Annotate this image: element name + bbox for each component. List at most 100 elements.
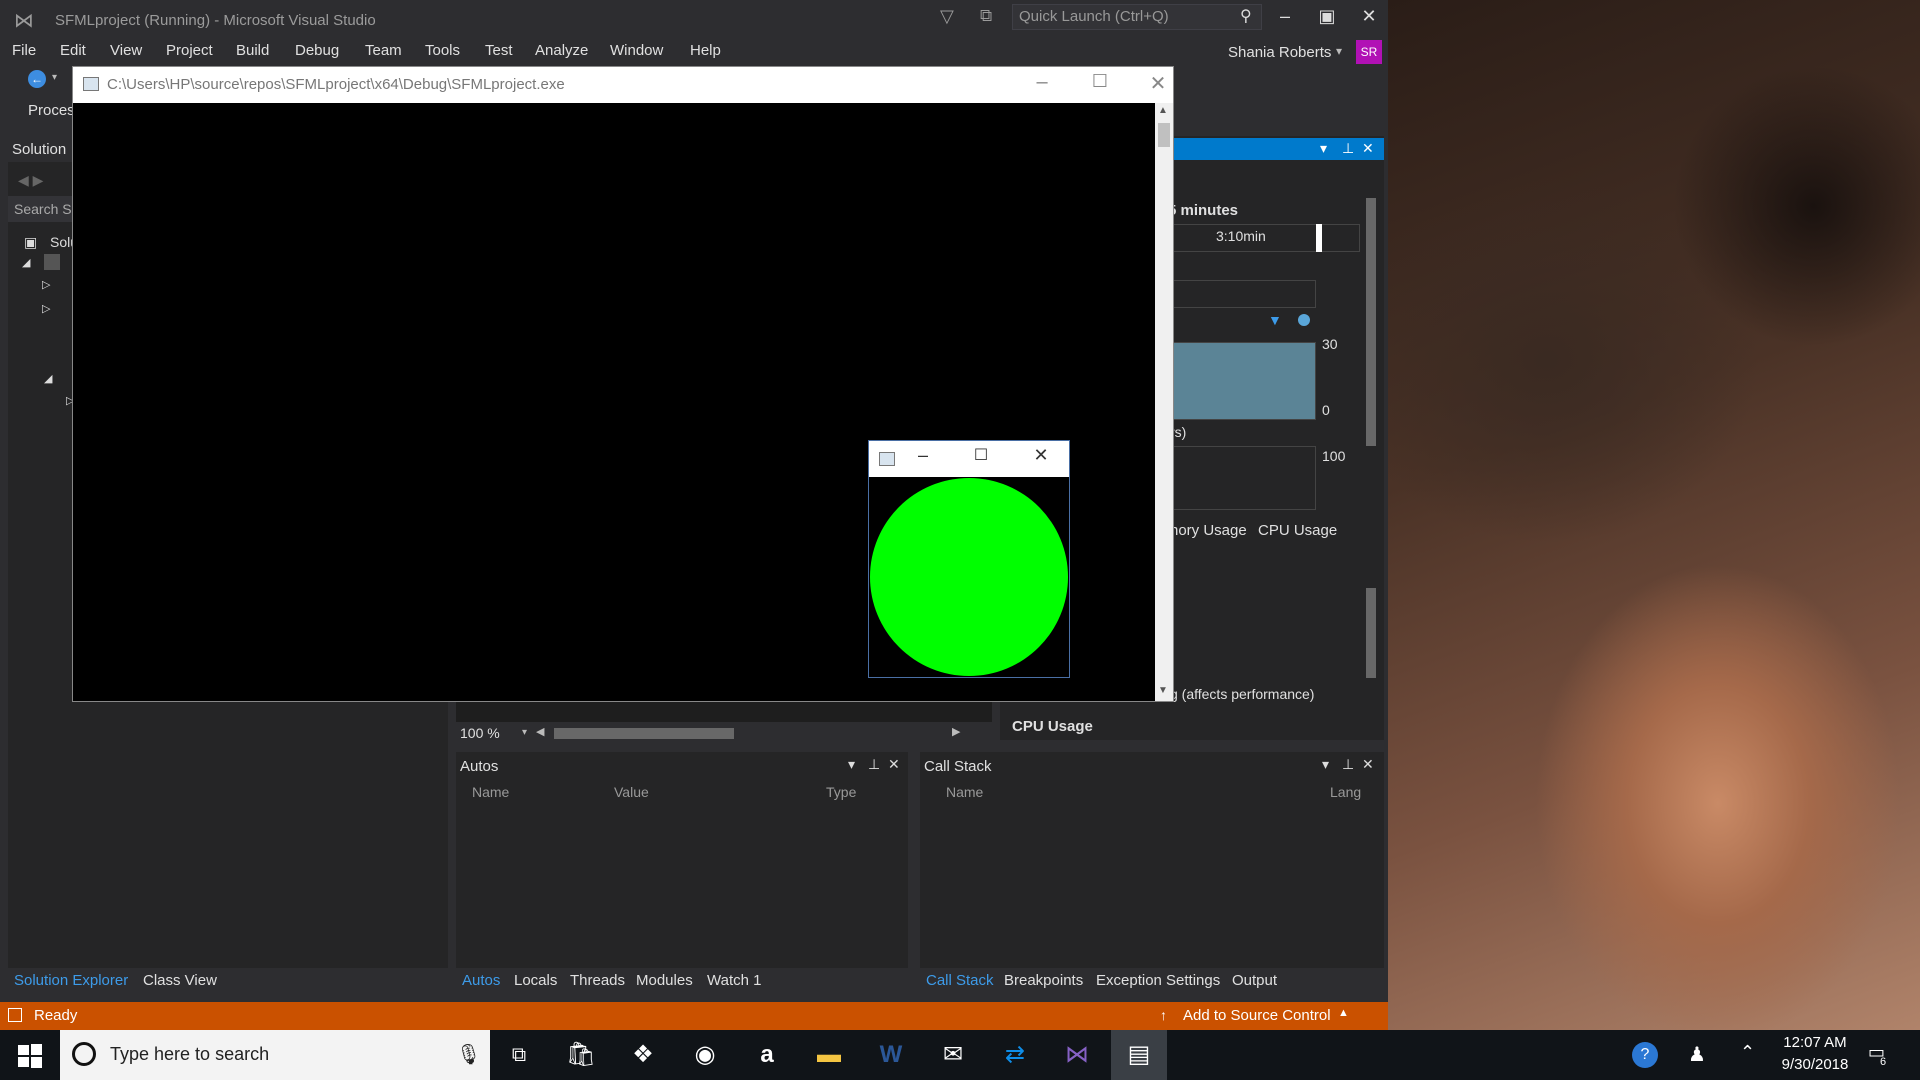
maximize-button[interactable]: ☐ bbox=[1077, 71, 1123, 92]
diagnostics-vertical-scrollbar[interactable] bbox=[1362, 176, 1380, 506]
chevron-up-icon[interactable]: ▲ bbox=[1338, 1007, 1349, 1019]
sfml-title-bar[interactable]: – ☐ ✕ bbox=[869, 441, 1069, 477]
menu-team[interactable]: Team bbox=[365, 42, 402, 59]
close-icon[interactable]: ✕ bbox=[1362, 140, 1374, 157]
windows-start-icon[interactable] bbox=[18, 1044, 42, 1068]
user-name[interactable]: Shania Roberts bbox=[1228, 44, 1331, 61]
tab-autos[interactable]: Autos bbox=[462, 972, 500, 989]
menu-view[interactable]: View bbox=[110, 42, 142, 59]
close-button[interactable]: ✕ bbox=[1135, 71, 1181, 96]
gc-marker-icon[interactable] bbox=[1298, 314, 1310, 326]
taskbar-clock-date[interactable]: 9/30/2018 bbox=[1775, 1056, 1855, 1073]
menu-file[interactable]: File bbox=[12, 42, 36, 59]
chevron-down-icon[interactable]: ▾ bbox=[848, 756, 855, 773]
console-title-bar[interactable]: C:\Users\HP\source\repos\SFMLproject\x64… bbox=[73, 67, 1173, 103]
autos-col-name[interactable]: Name bbox=[472, 784, 509, 800]
scrollbar-thumb[interactable] bbox=[1366, 588, 1376, 678]
zoom-level[interactable]: 100 % bbox=[460, 725, 500, 741]
chrome-icon[interactable]: ◉ bbox=[677, 1030, 733, 1080]
scroll-up-icon[interactable]: ▲ bbox=[1158, 105, 1168, 116]
teamviewer-icon[interactable]: ⇄ bbox=[987, 1030, 1043, 1080]
tab-exception-settings[interactable]: Exception Settings bbox=[1096, 972, 1220, 989]
tab-watch-1[interactable]: Watch 1 bbox=[707, 972, 761, 989]
scrollbar-thumb[interactable] bbox=[1158, 123, 1170, 147]
menu-analyze[interactable]: Analyze bbox=[535, 42, 588, 59]
timeline-marker[interactable] bbox=[1316, 224, 1322, 252]
menu-window[interactable]: Window bbox=[610, 42, 663, 59]
microphone-icon[interactable]: 🎙 bbox=[456, 1042, 481, 1067]
pin-icon[interactable]: ⊥ bbox=[1342, 756, 1354, 773]
taskbar-search-input[interactable]: Type here to search 🎙 bbox=[60, 1030, 490, 1080]
cpu-profiling-option[interactable]: g (affects performance) bbox=[1170, 686, 1314, 702]
snapshot-marker-icon[interactable]: ▼ bbox=[1268, 312, 1282, 328]
tab-threads[interactable]: Threads bbox=[570, 972, 625, 989]
chevron-down-icon[interactable]: ▾ bbox=[1322, 756, 1329, 773]
menu-tools[interactable]: Tools bbox=[425, 42, 460, 59]
tree-expand-icon[interactable]: ◢ bbox=[22, 256, 30, 269]
cortana-icon[interactable] bbox=[72, 1042, 96, 1066]
tab-output[interactable]: Output bbox=[1232, 972, 1277, 989]
mail-icon[interactable]: ✉ bbox=[925, 1030, 981, 1080]
autos-col-value[interactable]: Value bbox=[614, 784, 649, 800]
minimize-button[interactable]: – bbox=[903, 445, 943, 466]
call-stack-col-name[interactable]: Name bbox=[946, 784, 983, 800]
menu-edit[interactable]: Edit bbox=[60, 42, 86, 59]
chevron-down-icon[interactable]: ▾ bbox=[52, 72, 57, 83]
close-button[interactable]: ✕ bbox=[1354, 6, 1384, 27]
search-icon[interactable]: ⚲ bbox=[1240, 6, 1252, 26]
maximize-button[interactable]: ☐ bbox=[961, 445, 1001, 465]
autos-col-type[interactable]: Type bbox=[826, 784, 856, 800]
pin-icon[interactable]: ⊥ bbox=[1342, 140, 1354, 157]
horizontal-scrollbar-thumb[interactable] bbox=[554, 728, 734, 739]
tab-memory-usage[interactable]: nory Usage bbox=[1170, 522, 1247, 539]
minimize-button[interactable]: – bbox=[1270, 6, 1300, 27]
scroll-down-icon[interactable]: ▼ bbox=[1158, 685, 1168, 696]
tab-breakpoints[interactable]: Breakpoints bbox=[1004, 972, 1083, 989]
task-view-icon[interactable]: ⧉ bbox=[491, 1030, 547, 1080]
menu-build[interactable]: Build bbox=[236, 42, 269, 59]
tree-collapse-icon[interactable]: ▷ bbox=[42, 278, 50, 291]
pin-icon[interactable]: ⊥ bbox=[868, 756, 880, 773]
close-icon[interactable]: ✕ bbox=[1362, 756, 1374, 773]
navigate-back-icon[interactable]: ← bbox=[28, 70, 46, 88]
diagnostics-lower-scrollbar[interactable] bbox=[1362, 562, 1380, 730]
minimize-button[interactable]: – bbox=[1019, 71, 1065, 94]
menu-test[interactable]: Test bbox=[485, 42, 513, 59]
scrollbar-thumb[interactable] bbox=[1366, 198, 1376, 446]
filter-icon[interactable]: ▽ bbox=[940, 6, 954, 27]
tree-expand-icon[interactable]: ◢ bbox=[44, 372, 52, 385]
tab-cpu-usage[interactable]: CPU Usage bbox=[1258, 522, 1337, 539]
chevron-down-icon[interactable]: ▾ bbox=[522, 727, 527, 738]
console-vertical-scrollbar[interactable]: ▲ ▼ bbox=[1155, 103, 1173, 701]
tree-collapse-icon[interactable]: ▷ bbox=[42, 302, 50, 315]
events-track[interactable] bbox=[1160, 280, 1316, 308]
close-button[interactable]: ✕ bbox=[1021, 445, 1061, 466]
tab-modules[interactable]: Modules bbox=[636, 972, 693, 989]
maximize-button[interactable]: ▣ bbox=[1312, 6, 1342, 27]
tab-call-stack[interactable]: Call Stack bbox=[926, 972, 994, 989]
avatar[interactable]: SR bbox=[1356, 40, 1382, 64]
sfml-app-taskbar-icon[interactable]: ▤ bbox=[1111, 1030, 1167, 1080]
solution-nav-arrows-icon[interactable]: ◀ ▶ bbox=[18, 172, 43, 189]
chevron-down-icon[interactable]: ▾ bbox=[1336, 44, 1342, 58]
call-stack-col-lang[interactable]: Lang bbox=[1330, 784, 1361, 800]
vs-title-bar[interactable]: ⋈ SFMLproject (Running) - Microsoft Visu… bbox=[0, 0, 1388, 40]
menu-project[interactable]: Project bbox=[166, 42, 213, 59]
taskbar-clock-time[interactable]: 12:07 AM bbox=[1775, 1034, 1855, 1051]
tab-class-view[interactable]: Class View bbox=[143, 972, 217, 989]
close-icon[interactable]: ✕ bbox=[888, 756, 900, 773]
file-explorer-icon[interactable]: ▬ bbox=[801, 1030, 857, 1080]
tab-locals[interactable]: Locals bbox=[514, 972, 557, 989]
project-icon[interactable] bbox=[44, 254, 60, 270]
feedback-icon[interactable]: ⧉ bbox=[980, 6, 992, 26]
chevron-down-icon[interactable]: ▾ bbox=[1320, 140, 1327, 157]
store-icon[interactable]: 🛍 bbox=[553, 1030, 609, 1080]
visual-studio-icon[interactable]: ⋈ bbox=[1049, 1030, 1105, 1080]
help-icon[interactable]: ? bbox=[1632, 1042, 1658, 1068]
menu-help[interactable]: Help bbox=[690, 42, 721, 59]
sfml-render-window[interactable]: – ☐ ✕ bbox=[868, 440, 1070, 678]
dropbox-icon[interactable]: ❖ bbox=[615, 1030, 671, 1080]
amazon-icon[interactable]: a bbox=[739, 1030, 795, 1080]
people-icon[interactable]: ♟ bbox=[1688, 1042, 1706, 1067]
quick-launch-input[interactable]: Quick Launch (Ctrl+Q) bbox=[1012, 4, 1262, 30]
